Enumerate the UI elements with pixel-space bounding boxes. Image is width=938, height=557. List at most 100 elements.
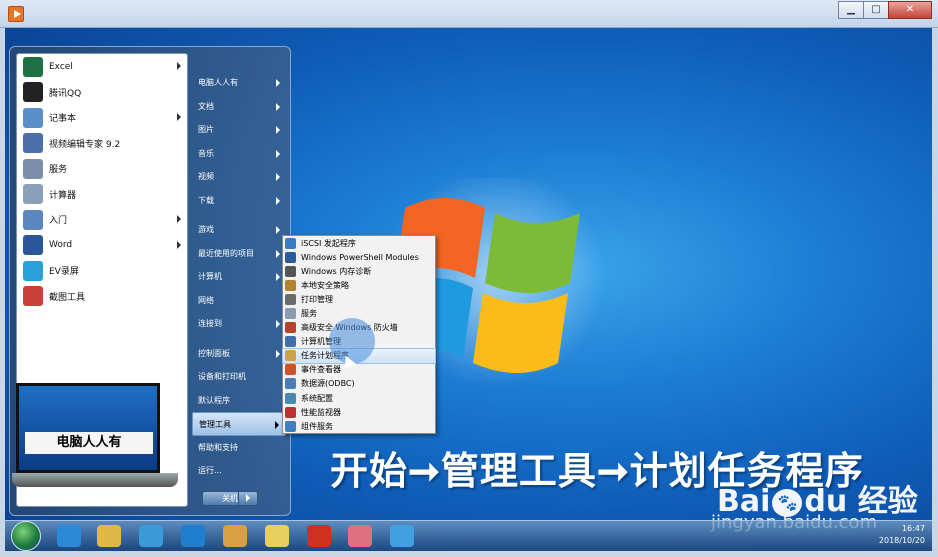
chevron-right-icon	[276, 226, 280, 234]
security-policy-icon	[285, 279, 296, 291]
chevron-right-icon[interactable]	[177, 113, 181, 121]
program-item[interactable]: 服务	[17, 156, 187, 182]
start-place-item[interactable]: 默认程序	[192, 389, 286, 413]
place-label: 视频	[198, 172, 214, 181]
admin-tool-label: 服务	[301, 309, 317, 319]
chevron-right-icon[interactable]	[177, 62, 181, 70]
admin-tool-label: Windows 内存诊断	[301, 266, 372, 276]
start-place-item[interactable]: 控制面板	[192, 342, 286, 366]
admin-tool-label: 组件服务	[301, 421, 333, 431]
video-editor-icon	[23, 133, 43, 154]
taskbar: 16:47 2018/10/20	[5, 520, 932, 551]
program-item[interactable]: 入门	[17, 207, 187, 233]
place-label: 连接到	[198, 319, 222, 328]
program-label: 视频编辑专家 9.2	[49, 139, 121, 150]
start-place-item[interactable]: 下载	[192, 189, 286, 213]
program-item[interactable]: 视频编辑专家 9.2	[17, 131, 187, 157]
chevron-right-icon[interactable]	[177, 215, 181, 223]
place-label: 计算机	[198, 272, 222, 281]
admin-tool-item[interactable]: 打印管理	[283, 292, 435, 306]
program-label: 入门	[49, 216, 68, 227]
start-place-item[interactable]: 音乐	[192, 142, 286, 166]
maximize-button[interactable]: □	[863, 1, 889, 19]
performance-icon	[285, 406, 296, 418]
player-titlebar: ▁ □ ✕	[0, 0, 938, 28]
start-orb-button[interactable]	[11, 521, 41, 551]
admin-tool-item[interactable]: 数据源(ODBC)	[283, 377, 435, 391]
chevron-right-icon	[276, 273, 280, 281]
shutdown-options-arrow[interactable]	[238, 491, 258, 506]
program-label: Excel	[49, 61, 73, 72]
chevron-right-icon	[276, 126, 280, 134]
place-label: 电脑人人有	[198, 78, 238, 87]
system-tray-clock[interactable]: 16:47 2018/10/20	[855, 523, 925, 547]
program-label: 截图工具	[49, 292, 86, 303]
admin-tool-label: 事件查看器	[301, 365, 341, 375]
program-item[interactable]: 腾讯QQ	[17, 80, 187, 106]
chess-icon[interactable]	[307, 525, 331, 547]
sticky-notes-icon[interactable]	[265, 525, 289, 547]
program-item[interactable]: 计算器	[17, 182, 187, 208]
getting-started-icon	[23, 209, 43, 230]
program-item[interactable]: Excel	[17, 54, 187, 80]
ie-alt-icon[interactable]	[181, 525, 205, 547]
game-icon[interactable]	[348, 525, 372, 547]
start-place-item[interactable]: 图片	[192, 118, 286, 142]
start-place-item[interactable]: 运行...	[192, 459, 286, 483]
minimize-button[interactable]: ▁	[838, 1, 864, 19]
admin-tool-item[interactable]: 组件服务	[283, 419, 435, 433]
start-place-item[interactable]: 视频	[192, 165, 286, 189]
place-label: 管理工具	[199, 420, 231, 429]
start-place-item[interactable]: 管理工具	[192, 412, 286, 436]
start-place-item[interactable]: 游戏	[192, 218, 286, 242]
laptop-logo-image: 电脑人人有	[12, 381, 182, 501]
place-label: 音乐	[198, 148, 214, 158]
place-label: 运行...	[198, 466, 222, 475]
firewall-icon	[285, 322, 296, 334]
start-place-item[interactable]: 设备和打印机	[192, 365, 286, 389]
paint-icon[interactable]	[223, 525, 247, 547]
start-place-item[interactable]: 最近使用的项目	[192, 242, 286, 266]
program-label: Word	[49, 240, 73, 251]
chevron-right-icon[interactable]	[177, 240, 181, 249]
admin-tool-item[interactable]: Windows 内存诊断	[283, 264, 435, 278]
chevron-right-icon	[276, 320, 280, 328]
place-label: 图片	[198, 125, 214, 134]
admin-tool-item[interactable]: Windows PowerShell Modules	[283, 250, 435, 264]
program-item[interactable]: EV录屏	[17, 258, 187, 284]
start-place-item[interactable]: 文档	[192, 95, 286, 119]
admin-tool-item[interactable]: 事件查看器	[283, 363, 435, 377]
program-item[interactable]: 记事本	[17, 105, 187, 131]
close-button[interactable]: ✕	[888, 1, 932, 19]
start-place-item[interactable]: 连接到	[192, 312, 286, 336]
start-place-item[interactable]: 帮助和支持	[192, 436, 286, 460]
folder-icon[interactable]	[97, 525, 121, 547]
chevron-right-icon	[276, 349, 280, 358]
window-controls: ▁ □ ✕	[838, 1, 932, 19]
program-item[interactable]: Word	[17, 233, 187, 259]
notepad-icon	[23, 107, 43, 128]
place-label: 下载	[198, 195, 214, 205]
admin-tool-label: iSCSI 发起程序	[301, 238, 356, 248]
admin-tool-label: 数据源(ODBC)	[301, 379, 355, 389]
chevron-right-icon	[276, 149, 280, 158]
ie-icon[interactable]	[57, 525, 81, 547]
program-label: 记事本	[49, 114, 77, 125]
start-place-item[interactable]: 计算机	[192, 265, 286, 289]
place-label: 文档	[198, 101, 214, 111]
ev-recorder-icon	[23, 260, 43, 281]
system-config-icon	[285, 392, 296, 404]
program-item[interactable]: 截图工具	[17, 284, 187, 310]
computer-management-icon	[285, 336, 296, 348]
admin-tool-item[interactable]: iSCSI 发起程序	[283, 236, 435, 250]
start-place-item[interactable]: 网络	[192, 289, 286, 313]
place-label: 帮助和支持	[198, 442, 238, 452]
chevron-right-icon	[276, 102, 280, 111]
admin-tool-item[interactable]: 性能监视器	[283, 405, 435, 419]
admin-tool-item[interactable]: 本地安全策略	[283, 278, 435, 292]
chevron-right-icon	[276, 173, 280, 181]
admin-tool-item[interactable]: 系统配置	[283, 391, 435, 405]
network-icon[interactable]	[139, 525, 163, 547]
start-place-item[interactable]: 电脑人人有	[192, 71, 286, 95]
cloud-icon[interactable]	[390, 525, 414, 547]
